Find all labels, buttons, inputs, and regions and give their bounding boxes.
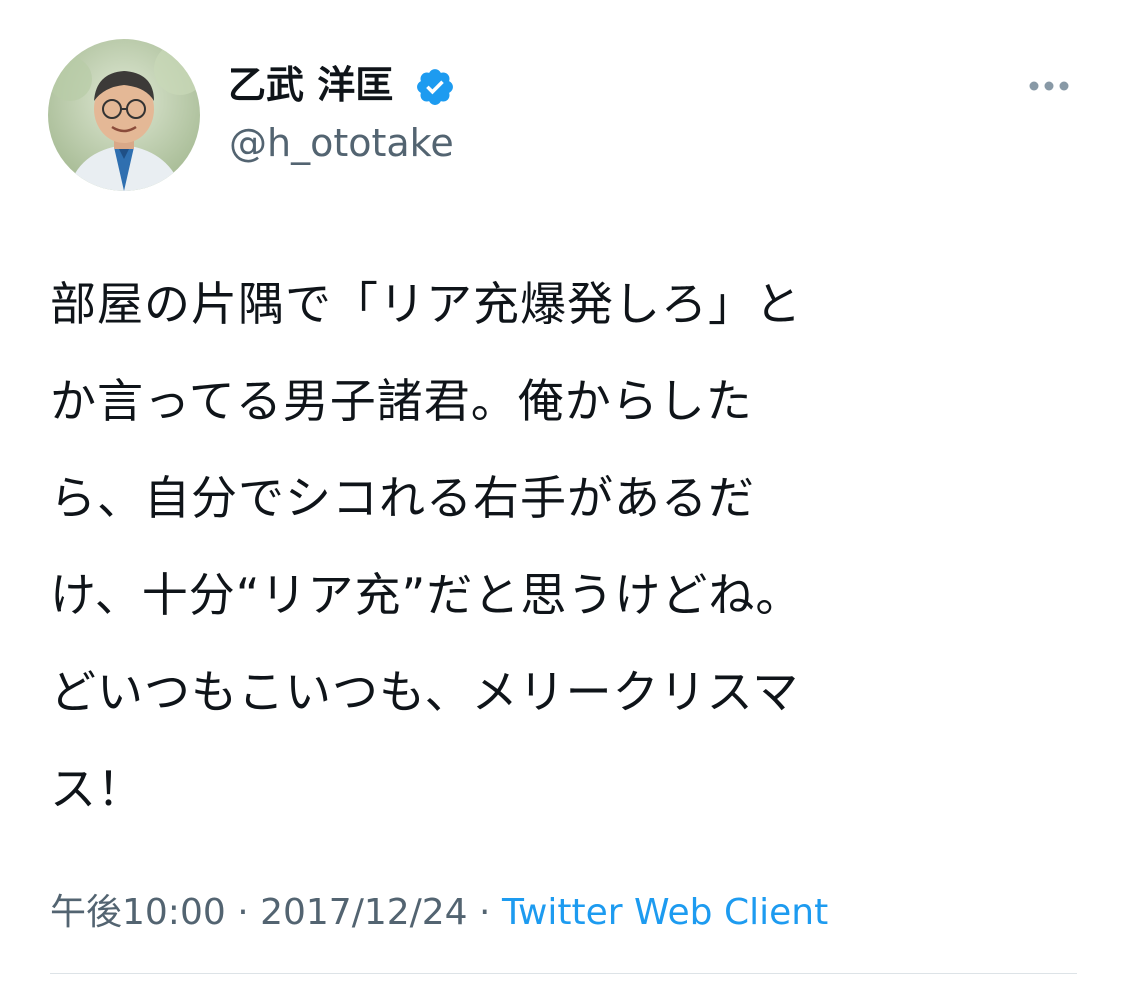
tweet-meta: 午後10:00 · 2017/12/24 · Twitter Web Clien… bbox=[50, 885, 828, 941]
tweet-line: け、十分“リア充”だと思うけどね。 bbox=[50, 568, 803, 622]
tweet-line: 部屋の片隅で「リア充爆発しろ」と bbox=[50, 277, 802, 331]
profile-photo bbox=[48, 39, 200, 191]
tweet-line: ス！ bbox=[50, 762, 144, 816]
tweet-time[interactable]: 午後10:00 bbox=[50, 892, 226, 933]
more-options-icon[interactable] bbox=[1024, 70, 1074, 102]
tweet-line: か言ってる男子諸君。俺からした bbox=[50, 374, 753, 428]
avatar[interactable] bbox=[48, 39, 200, 191]
tweet-line: どいつもこいつも、メリークリスマ bbox=[50, 665, 800, 719]
tweet-date[interactable]: 2017/12/24 bbox=[260, 892, 468, 933]
divider bbox=[50, 973, 1077, 974]
meta-separator: · bbox=[225, 892, 261, 933]
author-handle[interactable]: @h_ototake bbox=[229, 118, 454, 168]
meta-separator: · bbox=[467, 892, 502, 933]
tweet-line: ら、自分でシコれる右手があるだ bbox=[50, 471, 755, 525]
verified-badge-icon bbox=[414, 66, 456, 108]
author-display-name[interactable]: 乙武 洋匡 bbox=[228, 60, 393, 110]
tweet-text: 部屋の片隅で「リア充爆発しろ」と か言ってる男子諸君。俺からした ら、自分でシコ… bbox=[50, 256, 1040, 838]
tweet-source-link[interactable]: Twitter Web Client bbox=[502, 892, 828, 933]
